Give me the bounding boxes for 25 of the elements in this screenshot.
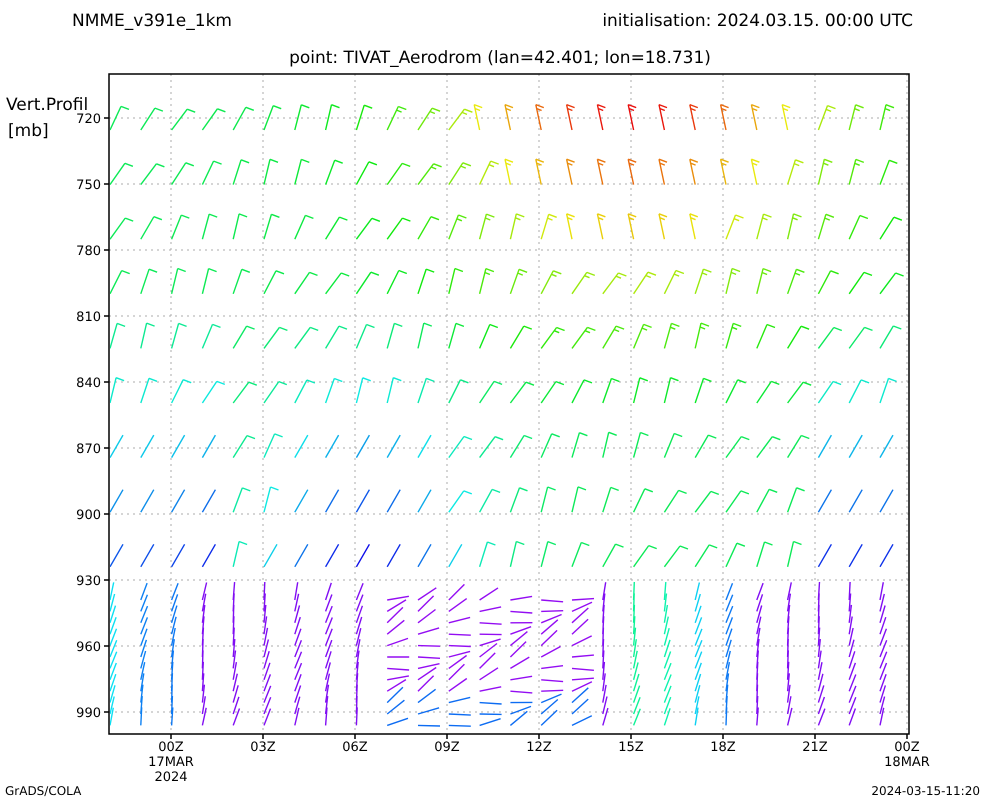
x-tick-label: 18Z — [710, 740, 736, 755]
y-tick-label: 750 — [76, 178, 101, 193]
x-tick-label: 12Z — [526, 740, 552, 755]
x-tick-label: 00Z 17MAR 2024 — [148, 740, 194, 785]
y-tick-label: 840 — [76, 376, 101, 391]
y-tick-label: 900 — [76, 508, 101, 523]
x-tick-label: 21Z — [802, 740, 828, 755]
y-tick-label: 870 — [76, 442, 101, 457]
initialisation-time: initialisation: 2024.03.15. 00:00 UTC — [602, 11, 913, 31]
y-tick-label: 960 — [76, 640, 101, 655]
x-tick-label: 15Z — [618, 740, 644, 755]
y-tick-label: 810 — [76, 310, 101, 325]
y-tick-label: 780 — [76, 244, 101, 259]
x-tick-label: 09Z — [434, 740, 460, 755]
x-tick-label: 03Z — [250, 740, 276, 755]
x-tick-label: 06Z — [342, 740, 368, 755]
axis-title: [mb] — [8, 121, 49, 141]
footer-credit: GrADS/COLA — [5, 784, 82, 798]
x-tick-label: 00Z 18MAR — [884, 740, 930, 770]
y-tick-label: 930 — [76, 574, 101, 589]
footer-timestamp: 2024-03-15-11:20 — [871, 784, 980, 798]
y-tick-label: 990 — [76, 706, 101, 721]
model-title: NMME_v391e_1km — [72, 11, 232, 31]
y-tick-label: 720 — [76, 112, 101, 127]
point-title: point: TIVAT_Aerodrom (lan=42.401; lon=18.731) — [289, 48, 711, 68]
